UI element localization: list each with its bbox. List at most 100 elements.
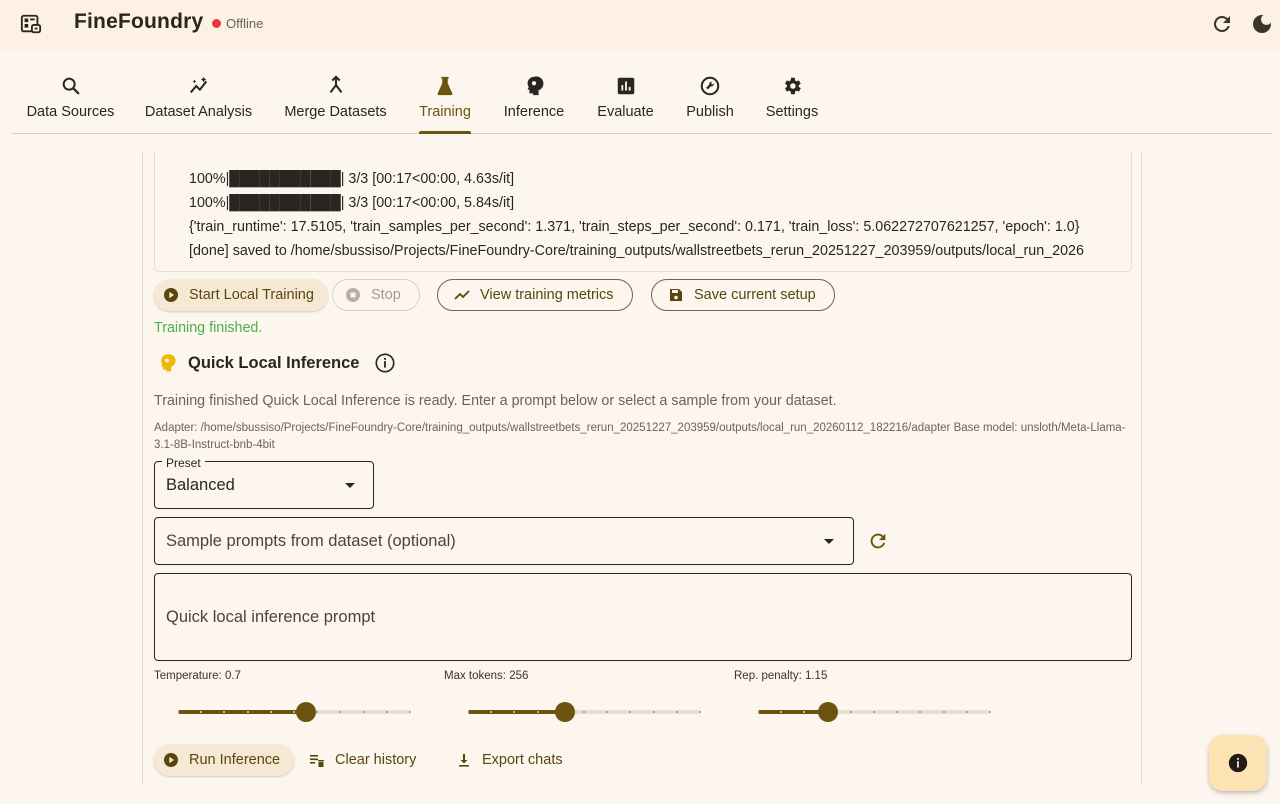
slider-tick: [989, 711, 991, 713]
log-line: [done] saved to /home/sbussiso/Projects/…: [189, 243, 1084, 259]
stop-circle-icon: [346, 288, 360, 302]
tab-dataset-analysis[interactable]: Dataset Analysis: [145, 70, 252, 134]
gear-icon: [785, 77, 801, 95]
sample-prompts-placeholder: Sample prompts from dataset (optional): [166, 532, 456, 550]
start-training-label: Start Local Training: [189, 287, 314, 303]
dark-mode-icon[interactable]: [1250, 12, 1274, 36]
tab-training[interactable]: Training: [419, 70, 471, 134]
run-inference-button[interactable]: Run Inference: [154, 744, 295, 776]
max-tokens-label: Max tokens: 256: [444, 670, 529, 682]
slider-tick: [780, 711, 782, 713]
start-training-button[interactable]: Start Local Training: [154, 279, 328, 311]
export-chats-label: Export chats: [482, 752, 563, 768]
tab-inference[interactable]: Inference: [503, 70, 565, 134]
active-tab-indicator: [419, 131, 471, 134]
slider-tick: [339, 711, 341, 713]
slider-tick: [919, 711, 921, 713]
training-panel[interactable]: 100%|███████████| 3/3 [00:17<00:00, 4.63…: [142, 152, 1142, 784]
slider-thumb[interactable]: [555, 702, 575, 722]
preset-label: Preset: [162, 456, 205, 470]
log-line: 100%|███████████| 3/3 [00:17<00:00, 5.84…: [189, 195, 515, 211]
inference-description: Training finished Quick Local Inference …: [154, 393, 837, 409]
play-circle-icon: [164, 753, 178, 767]
refresh-icon[interactable]: [1210, 12, 1234, 36]
chevron-down-icon: [824, 539, 834, 544]
tab-publish[interactable]: Publish: [685, 70, 735, 134]
slider-tick: [699, 711, 701, 713]
save-icon: [670, 289, 682, 301]
slider-tick: [757, 711, 759, 713]
slider-tick: [363, 711, 365, 713]
slider-tick: [850, 711, 852, 713]
slider-tick: [606, 711, 608, 713]
publish-icon: [700, 76, 720, 96]
clear-history-button[interactable]: Clear history: [309, 744, 416, 776]
preset-value: Balanced: [166, 476, 235, 494]
save-setup-label: Save current setup: [694, 287, 816, 303]
slider-tick: [247, 711, 249, 713]
clear-history-label: Clear history: [335, 752, 417, 768]
info-icon: [1228, 753, 1248, 773]
app-logo-icon: [20, 14, 42, 34]
slider-fill: [178, 710, 306, 714]
psychology-icon: [527, 76, 544, 96]
tab-label: Merge Datasets: [284, 104, 387, 120]
tab-merge-datasets[interactable]: Merge Datasets: [284, 70, 387, 134]
info-fab[interactable]: [1209, 735, 1267, 791]
run-inference-label: Run Inference: [189, 752, 281, 768]
connection-status: Offline: [226, 16, 264, 31]
tab-data-sources[interactable]: Data Sources: [26, 70, 115, 134]
temperature-label: Temperature: 0.7: [154, 670, 241, 682]
flask-icon: [437, 76, 453, 96]
play-circle-icon: [164, 288, 178, 302]
slider-thumb[interactable]: [296, 702, 316, 722]
stop-label: Stop: [371, 287, 401, 303]
trending-up-icon: [454, 290, 470, 300]
slider-tick: [490, 711, 492, 713]
training-log[interactable]: 100%|███████████| 3/3 [00:17<00:00, 4.63…: [154, 152, 1132, 272]
psychology-icon: [161, 354, 176, 372]
bar-chart-icon: [617, 77, 634, 95]
slider-tick: [223, 711, 225, 713]
tab-settings[interactable]: Settings: [765, 70, 819, 134]
stop-button[interactable]: Stop: [332, 279, 420, 311]
tab-evaluate[interactable]: Evaluate: [597, 70, 654, 134]
slider-tick: [200, 711, 202, 713]
download-icon: [459, 754, 469, 767]
merge-icon: [329, 75, 342, 94]
slider-tick: [386, 711, 388, 713]
slider-tick: [177, 711, 179, 713]
tab-label: Evaluate: [597, 104, 654, 120]
slider-tick: [316, 711, 318, 713]
slider-tick: [653, 711, 655, 713]
tab-label: Inference: [503, 104, 565, 120]
clear-all-icon: [310, 755, 324, 767]
slider-thumb[interactable]: [818, 702, 838, 722]
prompt-placeholder: Quick local inference prompt: [166, 608, 376, 626]
slider-tick: [293, 711, 295, 713]
slider-tick: [629, 711, 631, 713]
search-icon: [62, 77, 79, 95]
save-setup-button[interactable]: Save current setup: [651, 279, 835, 311]
tab-label: Data Sources: [26, 104, 115, 120]
info-icon[interactable]: [374, 352, 396, 374]
refresh-icon[interactable]: [867, 530, 889, 552]
slider-tick: [270, 711, 272, 713]
tab-label: Settings: [765, 104, 819, 120]
analytics-icon: [189, 76, 207, 94]
training-status: Training finished.: [154, 320, 263, 336]
slider-tick: [803, 711, 805, 713]
slider-tick: [513, 711, 515, 713]
adapter-info: Adapter: /home/sbussiso/Projects/FineFou…: [154, 422, 1126, 451]
app-bar: FineFoundry Offline: [0, 0, 1280, 50]
section-title: Quick Local Inference: [188, 354, 360, 372]
export-chats-button[interactable]: Export chats: [456, 744, 563, 776]
chevron-down-icon: [345, 483, 355, 488]
main-tabs: Data Sources Dataset Analysis Merge Data…: [12, 70, 1272, 134]
slider-tick: [676, 711, 678, 713]
slider-tick: [966, 711, 968, 713]
status-indicator: [212, 19, 221, 28]
slider-tick: [537, 711, 539, 713]
tab-label: Dataset Analysis: [144, 104, 253, 120]
view-metrics-button[interactable]: View training metrics: [437, 279, 633, 311]
